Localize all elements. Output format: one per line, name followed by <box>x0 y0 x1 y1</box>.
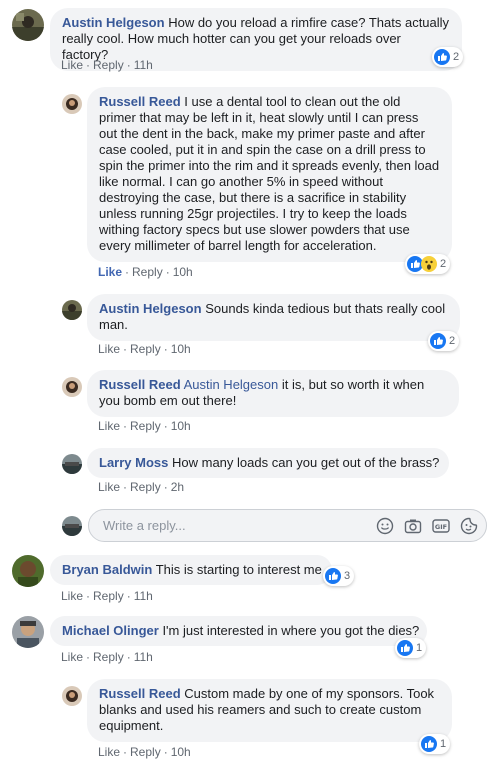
reaction-number: 2 <box>453 51 460 63</box>
comment-bubble: Russell Reed Austin Helgeson it is, but … <box>87 370 459 417</box>
reply-link[interactable]: Reply <box>130 342 161 356</box>
comment-actions: Like · Reply · 10h <box>98 745 191 759</box>
timestamp[interactable]: 10h <box>173 265 193 279</box>
timestamp[interactable]: 10h <box>171 745 191 759</box>
like-link[interactable]: Like <box>61 650 83 664</box>
comment-actions: Like · Reply · 11h <box>61 650 153 664</box>
like-link[interactable]: Like <box>61 589 83 603</box>
reply-link[interactable]: Reply <box>93 650 124 664</box>
avatar[interactable] <box>12 555 44 587</box>
svg-text:GIF: GIF <box>435 523 447 531</box>
like-link[interactable]: Like <box>98 480 120 494</box>
commenter-name[interactable]: Austin Helgeson <box>62 15 165 30</box>
like-link[interactable]: Like <box>98 342 120 356</box>
comment-actions: Like · Reply · 10h <box>98 265 193 279</box>
comment-bubble: Russell Reed Custom made by one of my sp… <box>87 679 452 742</box>
like-reaction-icon <box>325 568 341 584</box>
reaction-count[interactable]: 2 <box>428 331 460 351</box>
like-reaction-icon <box>421 736 437 752</box>
comment-bubble: Austin Helgeson Sounds kinda tedious but… <box>87 294 460 341</box>
reaction-number: 3 <box>344 570 351 582</box>
reaction-number: 1 <box>440 738 447 750</box>
reply-box: GIF <box>88 509 487 542</box>
tagged-user[interactable]: Austin Helgeson <box>184 377 279 392</box>
comment-actions: Like · Reply · 11h <box>61 58 153 72</box>
comment-actions: Like · Reply · 2h <box>98 480 185 494</box>
comment-bubble: Larry Moss How many loads can you get ou… <box>87 448 449 478</box>
timestamp[interactable]: 10h <box>171 342 191 356</box>
comment-text: How many loads can you get out of the br… <box>172 455 440 470</box>
comment-text: This is starting to interest me <box>155 562 322 577</box>
reply-link[interactable]: Reply <box>132 265 163 279</box>
like-reaction-icon <box>434 49 450 65</box>
like-link[interactable]: Like <box>98 419 120 433</box>
timestamp[interactable]: 10h <box>171 419 191 433</box>
commenter-name[interactable]: Bryan Baldwin <box>62 562 152 577</box>
reaction-count[interactable]: 1 <box>395 638 427 658</box>
reply-link[interactable]: Reply <box>93 58 124 72</box>
comment-actions: Like · Reply · 11h <box>61 589 153 603</box>
reaction-count[interactable]: 2 <box>405 254 451 274</box>
reply-link[interactable]: Reply <box>130 480 161 494</box>
commenter-name[interactable]: Russell Reed <box>99 686 181 701</box>
timestamp[interactable]: 2h <box>171 480 184 494</box>
avatar[interactable] <box>62 377 82 397</box>
reply-link[interactable]: Reply <box>130 745 161 759</box>
gif-icon[interactable]: GIF <box>432 517 450 540</box>
comment-actions: Like · Reply · 10h <box>98 342 191 356</box>
commenter-name[interactable]: Michael Olinger <box>62 623 159 638</box>
timestamp[interactable]: 11h <box>134 58 153 72</box>
reaction-count[interactable]: 2 <box>432 47 464 67</box>
like-reaction-icon <box>430 333 446 349</box>
reply-input[interactable] <box>101 517 355 534</box>
avatar[interactable] <box>62 454 82 474</box>
emoji-icon[interactable] <box>376 517 394 540</box>
avatar[interactable] <box>12 616 44 648</box>
commenter-name[interactable]: Austin Helgeson <box>99 301 202 316</box>
like-reaction-icon <box>397 640 413 656</box>
reply-link[interactable]: Reply <box>130 419 161 433</box>
timestamp[interactable]: 11h <box>134 650 153 664</box>
camera-icon[interactable] <box>404 517 422 540</box>
comment-bubble: Michael Olinger I'm just interested in w… <box>50 616 427 646</box>
reply-link[interactable]: Reply <box>93 589 124 603</box>
comment-actions: Like · Reply · 10h <box>98 419 191 433</box>
wow-reaction-icon <box>421 256 437 272</box>
avatar[interactable] <box>12 9 44 41</box>
avatar[interactable] <box>62 300 82 320</box>
comment-text: I use a dental tool to clean out the old… <box>99 94 440 253</box>
reaction-number: 2 <box>449 335 456 347</box>
commenter-name[interactable]: Russell Reed <box>99 377 181 392</box>
timestamp[interactable]: 11h <box>134 589 153 603</box>
sticker-icon[interactable] <box>460 517 478 540</box>
current-user-avatar <box>62 516 82 536</box>
commenter-name[interactable]: Russell Reed <box>99 94 181 109</box>
reaction-count[interactable]: 3 <box>323 566 355 586</box>
avatar[interactable] <box>62 94 82 114</box>
comment-bubble: Bryan Baldwin This is starting to intere… <box>50 555 332 585</box>
avatar[interactable] <box>62 686 82 706</box>
reaction-number: 1 <box>416 642 423 654</box>
commenter-name[interactable]: Larry Moss <box>99 455 168 470</box>
like-link[interactable]: Like <box>98 745 120 759</box>
comment-text: I'm just interested in where you got the… <box>162 623 420 638</box>
reaction-count[interactable]: 1 <box>419 734 451 754</box>
like-link[interactable]: Like <box>61 58 83 72</box>
like-link[interactable]: Like <box>98 265 122 279</box>
comment-bubble: Russell Reed I use a dental tool to clea… <box>87 87 452 262</box>
reaction-number: 2 <box>440 258 447 270</box>
